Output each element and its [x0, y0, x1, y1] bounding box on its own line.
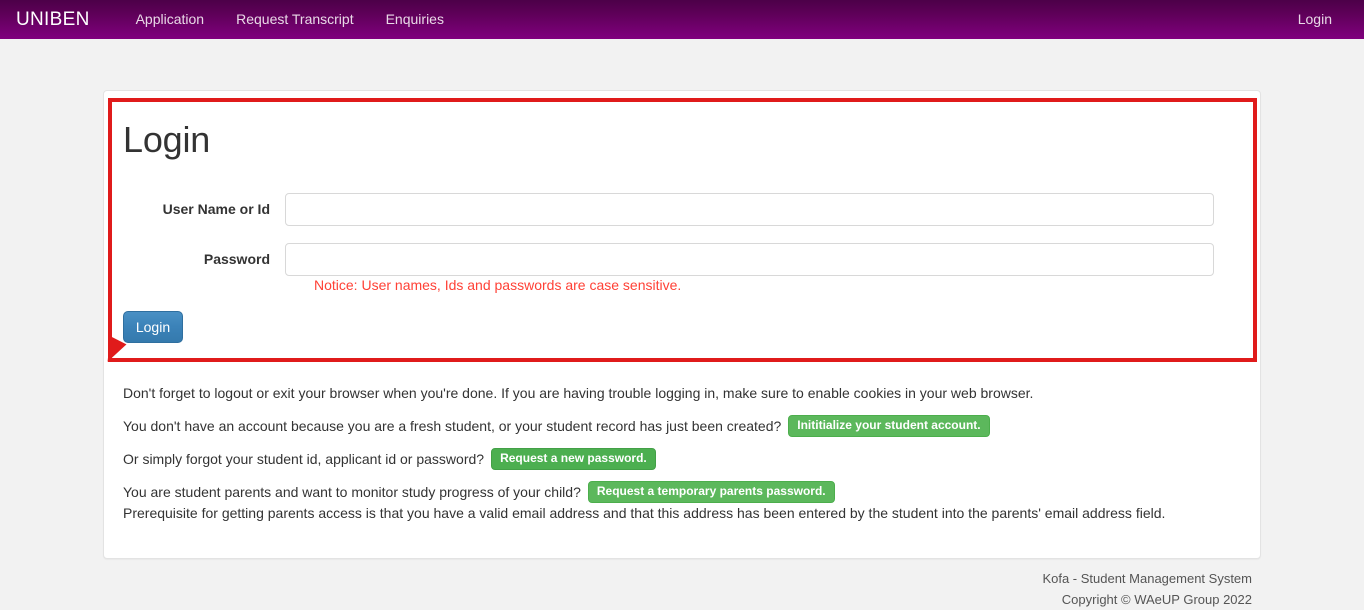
info-prerequisite-text: Prerequisite for getting parents access … — [123, 505, 1166, 521]
help-info-block: Don't forget to logout or exit your brow… — [123, 383, 1233, 535]
page-body: Login User Name or Id Password Notice: U… — [0, 39, 1364, 607]
nav-link-application[interactable]: Application — [120, 0, 221, 39]
login-submit-button[interactable]: Login — [123, 311, 183, 343]
case-sensitive-notice: Notice: User names, Ids and passwords ar… — [314, 277, 682, 293]
nav-link-request-transcript[interactable]: Request Transcript — [220, 0, 370, 39]
page-footer: Kofa - Student Management System Copyrig… — [1042, 568, 1252, 610]
initialize-student-account-button[interactable]: Inititialize your student account. — [788, 415, 990, 437]
username-label: User Name or Id — [162, 201, 270, 217]
info-line-parents: You are student parents and want to moni… — [123, 481, 1233, 503]
info-logout-text: Don't forget to logout or exit your brow… — [123, 385, 1034, 401]
brand-logo-uniben[interactable]: UNIBEN — [16, 9, 90, 31]
request-parents-password-button[interactable]: Request a temporary parents password. — [587, 481, 835, 503]
username-input[interactable] — [285, 192, 1214, 226]
info-forgot-text: Or simply forgot your student id, applic… — [123, 450, 485, 467]
info-line-prerequisite: Prerequisite for getting parents access … — [123, 503, 1233, 524]
info-parents-text: You are student parents and want to moni… — [123, 483, 581, 500]
form-row-password: Password — [123, 242, 1243, 276]
footer-copyright: Copyright © WAeUP Group 2022 — [1061, 592, 1252, 607]
form-row-username: User Name or Id — [123, 192, 1243, 226]
request-new-password-button[interactable]: Request a new password. — [491, 448, 656, 470]
info-line-no-account: You don't have an account because you ar… — [123, 415, 1233, 437]
page-title: Login — [123, 119, 211, 160]
nav-link-login[interactable]: Login — [1282, 0, 1348, 39]
footer-system-name: Kofa - Student Management System — [1042, 571, 1252, 586]
nav-link-enquiries[interactable]: Enquiries — [370, 0, 460, 39]
password-label: Password — [203, 251, 270, 267]
info-no-account-text: You don't have an account because you ar… — [123, 417, 782, 434]
nav-right-group: Login — [1282, 0, 1348, 39]
top-navigation-bar: UNIBEN Application Request Transcript En… — [0, 0, 1364, 39]
password-input[interactable] — [285, 242, 1214, 276]
nav-links-group: Application Request Transcript Enquiries — [120, 0, 460, 39]
info-line-logout: Don't forget to logout or exit your brow… — [123, 383, 1233, 404]
info-line-forgot: Or simply forgot your student id, applic… — [123, 448, 1233, 470]
